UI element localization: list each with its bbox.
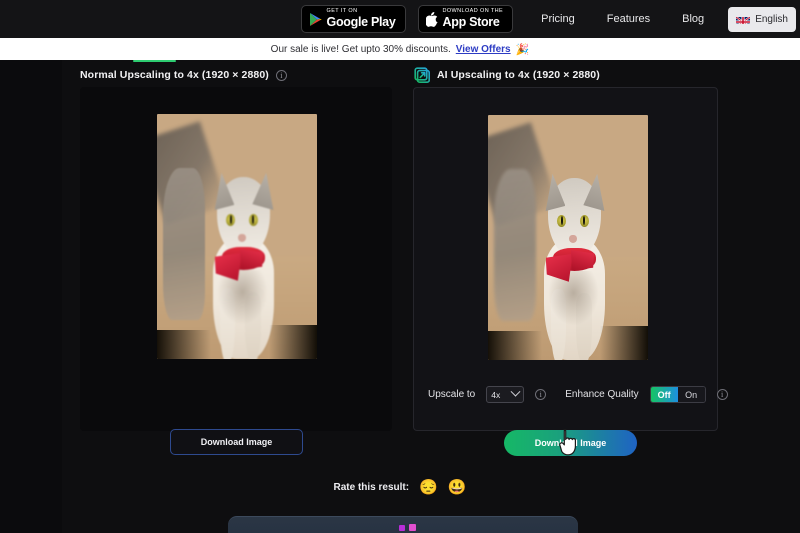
- nav-link-features[interactable]: Features: [591, 13, 666, 25]
- ai-panel-title: AI Upscaling to 4x (1920 × 2880): [437, 69, 600, 81]
- bottom-promo-card[interactable]: [228, 516, 578, 533]
- apple-icon: [425, 11, 438, 27]
- page-root: GET IT ON Google Play Download on the Ap…: [0, 0, 800, 533]
- google-play-big-label: Google Play: [326, 15, 396, 30]
- download-image-button-normal[interactable]: Download Image: [170, 429, 303, 455]
- ai-panel-header: AI Upscaling to 4x (1920 × 2880): [414, 64, 718, 86]
- rate-result-label: Rate this result:: [333, 482, 410, 493]
- upscale-factor-select[interactable]: 4x: [486, 386, 525, 403]
- normal-panel-title: Normal Upscaling to 4x (1920 × 2880): [80, 69, 269, 81]
- ai-upscaled-image: [488, 115, 648, 360]
- enhance-quality-label: Enhance Quality: [565, 389, 639, 400]
- app-store-small-label: Download on the: [442, 8, 504, 15]
- top-navigation-bar: GET IT ON Google Play Download on the Ap…: [0, 0, 800, 38]
- view-offers-link[interactable]: View Offers: [456, 44, 511, 55]
- promo-square-icon-right: [409, 524, 416, 531]
- normal-upscaled-image: [157, 114, 317, 359]
- promo-square-icon-left: [399, 525, 405, 531]
- app-store-badge[interactable]: Download on the App Store: [417, 5, 514, 33]
- rate-sad-emoji-button[interactable]: 😔: [419, 480, 438, 495]
- normal-panel-header: Normal Upscaling to 4x (1920 × 2880) i: [80, 64, 392, 86]
- ai-expand-icon: [414, 67, 431, 84]
- comparison-panels: Normal Upscaling to 4x (1920 × 2880) i D…: [0, 64, 800, 474]
- ai-controls-row: Upscale to 4x i Enhance Quality Off On i: [428, 386, 728, 403]
- download-image-button-ai[interactable]: Download Image: [504, 430, 637, 456]
- enhance-info-icon[interactable]: i: [716, 389, 728, 400]
- chevron-down-icon: [510, 386, 521, 397]
- google-play-badge[interactable]: GET IT ON Google Play: [300, 5, 406, 33]
- app-store-big-label: App Store: [442, 15, 500, 30]
- uk-flag-icon: [736, 14, 751, 24]
- upscale-info-icon[interactable]: i: [535, 389, 547, 400]
- upscale-factor-value: 4x: [491, 389, 501, 400]
- active-tab-indicator[interactable]: [133, 60, 176, 62]
- upscale-to-label: Upscale to: [428, 389, 476, 400]
- sale-banner: Our sale is live! Get upto 30% discounts…: [0, 38, 800, 60]
- enhance-toggle-off-option[interactable]: Off: [650, 387, 678, 402]
- normal-upscaling-panel: Normal Upscaling to 4x (1920 × 2880) i D…: [80, 64, 392, 455]
- ai-panel-body: Upscale to 4x i Enhance Quality Off On i…: [413, 87, 728, 456]
- nav-link-blog[interactable]: Blog: [666, 13, 720, 25]
- enhance-quality-toggle[interactable]: Off On: [649, 386, 706, 403]
- info-icon[interactable]: i: [275, 69, 287, 81]
- rate-happy-emoji-button[interactable]: 😃: [448, 480, 467, 495]
- enhance-toggle-on-option[interactable]: On: [677, 387, 705, 402]
- nav-link-pricing[interactable]: Pricing: [525, 13, 591, 25]
- sale-banner-message: Our sale is live! Get upto 30% discounts…: [270, 43, 451, 55]
- google-play-icon: [309, 12, 322, 27]
- google-play-small-label: GET IT ON: [326, 8, 358, 15]
- rate-result-row: Rate this result: 😔 😃: [0, 480, 800, 495]
- language-label: English: [755, 13, 788, 25]
- party-popper-icon: 🎉: [515, 43, 530, 56]
- ai-upscaling-panel: AI Upscaling to 4x (1920 × 2880) Upscale…: [413, 64, 728, 456]
- normal-panel-body: Download Image: [80, 87, 392, 455]
- language-selector[interactable]: English: [728, 6, 796, 32]
